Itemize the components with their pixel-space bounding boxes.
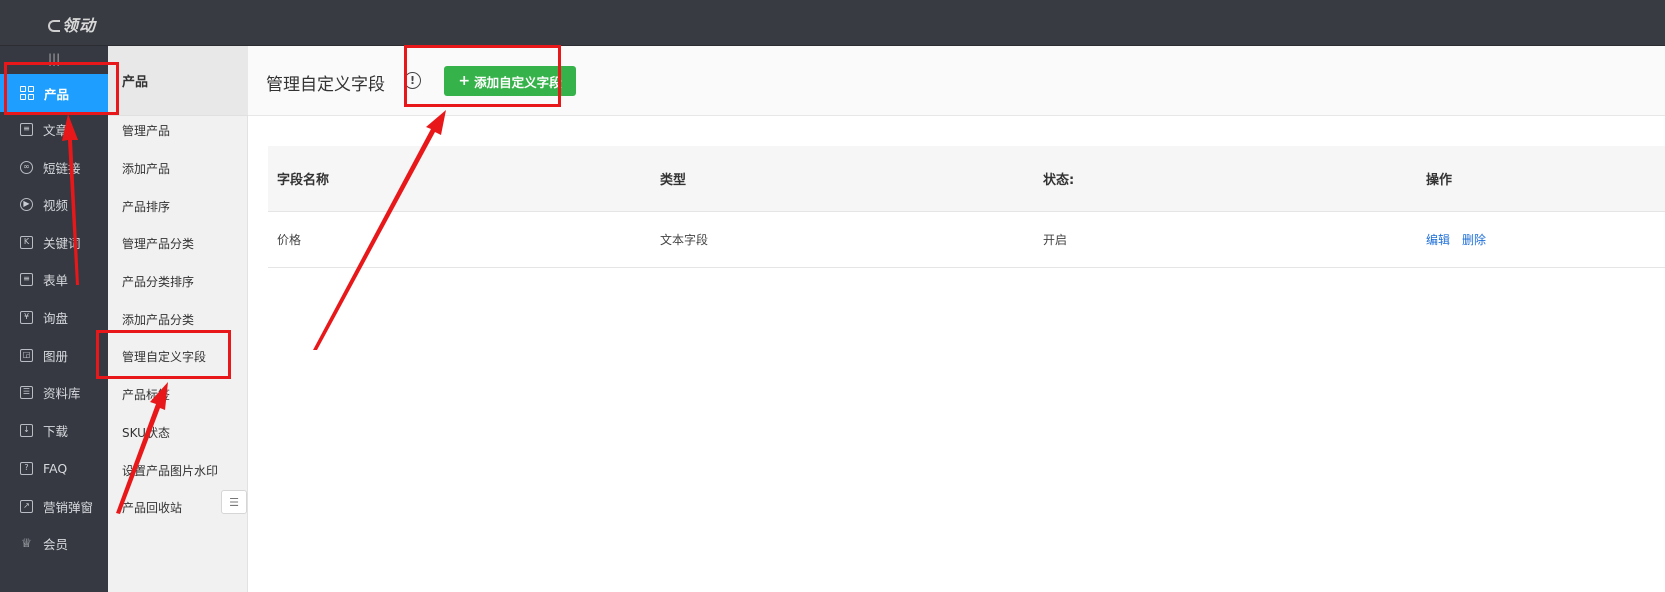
outdent-icon: ☰ (229, 495, 239, 509)
sidebar-item-label: 询盘 (43, 310, 69, 326)
subnav-item-sku-status[interactable]: SKU状态 (122, 424, 170, 441)
collapse-sidebar-button[interactable]: ☰ (221, 490, 247, 514)
subnav-item-add-product[interactable]: 添加产品 (122, 160, 170, 177)
subnav-item-manage-products[interactable]: 管理产品 (122, 122, 170, 139)
column-header-actions: 操作 (1426, 173, 1453, 188)
column-header-field-name: 字段名称 (277, 173, 330, 188)
subnav-item-product-order[interactable]: 产品排序 (122, 198, 170, 215)
sidebar-item-inquiry[interactable]: ¥ 询盘 (0, 298, 108, 336)
sidebar-item-label: 关键词 (43, 235, 81, 251)
sidebar-item-label: 文章 (43, 122, 69, 138)
brand-logo[interactable]: 领动 (48, 12, 96, 36)
subnav-item-add-category[interactable]: 添加产品分类 (122, 311, 194, 328)
field-status-cell: 开启 (1043, 233, 1068, 247)
document-icon: ≡ (20, 122, 33, 136)
sidebar-item-library[interactable]: ☰ 资料库 (0, 373, 108, 411)
sidebar-item-form[interactable]: ≡ 表单 (0, 260, 108, 298)
sidebar-item-article[interactable]: ≡ 文章 (0, 110, 108, 148)
popup-icon: ↗ (20, 499, 33, 513)
sidebar-item-label: 表单 (43, 272, 69, 288)
subnav-item-recycle-bin[interactable]: 产品回收站 (122, 499, 182, 516)
sidebar-item-shortlink[interactable]: ∞ 短链接 (0, 148, 108, 186)
column-header-status: 状态: (1043, 173, 1075, 188)
sidebar-item-label: 资料库 (43, 385, 81, 401)
sidebar-item-member[interactable]: ♕ 会员 (0, 524, 108, 562)
page-title: 管理自定义字段 (266, 75, 385, 95)
top-bar: 领动 (0, 0, 1665, 46)
main-content: 管理自定义字段 ! + 添加自定义字段 字段名称 类型 状态: 操作 价格 文本… (248, 46, 1665, 592)
actions-cell: 编辑 删除 (1426, 212, 1498, 267)
sidebar-item-label: 营销弹窗 (43, 499, 94, 515)
delete-link[interactable]: 删除 (1462, 231, 1486, 248)
library-icon: ☰ (20, 385, 33, 399)
field-name-cell: 价格 (277, 233, 302, 247)
play-icon: ▶ (20, 197, 33, 211)
sidebar-item-popup[interactable]: ↗ 营销弹窗 (0, 487, 108, 525)
link-icon: ∞ (20, 160, 33, 174)
sidebar-item-label: 下载 (43, 423, 69, 439)
subnav-item-manage-categories[interactable]: 管理产品分类 (122, 235, 194, 252)
keyword-icon: K (20, 235, 33, 249)
sidebar-item-label: 短链接 (43, 160, 81, 176)
album-icon: ◲ (20, 348, 33, 362)
sidebar-item-label: 视频 (43, 197, 69, 213)
sidebar-item-download[interactable]: ↓ 下载 (0, 411, 108, 449)
sidebar-item-faq[interactable]: ? FAQ (0, 449, 108, 487)
sidebar-item-keyword[interactable]: K 关键词 (0, 223, 108, 261)
clipboard-icon: ≡ (20, 272, 33, 286)
logo-mark (48, 20, 60, 32)
subnav-item-image-watermark[interactable]: 设置产品图片水印 (122, 462, 218, 479)
main-sidebar: ||| 产品 ≡ 文章 ∞ 短链接 ▶ 视频 K 关键词 ≡ 表单 ¥ 询盘 ◲… (0, 46, 108, 592)
edit-link[interactable]: 编辑 (1426, 231, 1450, 248)
annotation-box-custom-fields (96, 330, 231, 379)
subnav-item-product-tags[interactable]: 产品标签 (122, 386, 170, 403)
table-row: 价格 文本字段 开启 编辑 删除 (268, 212, 1665, 268)
field-type-cell: 文本字段 (660, 233, 709, 247)
subnav-title: 产品 (108, 46, 248, 116)
logo-text: 领动 (62, 16, 97, 35)
sidebar-item-album[interactable]: ◲ 图册 (0, 336, 108, 374)
annotation-box-add-button (404, 45, 561, 107)
question-icon: ? (20, 461, 33, 475)
sidebar-item-label: 会员 (43, 536, 69, 552)
subnav-item-category-order[interactable]: 产品分类排序 (122, 273, 194, 290)
download-icon: ↓ (20, 423, 33, 437)
sidebar-item-video[interactable]: ▶ 视频 (0, 185, 108, 223)
table-header: 字段名称 类型 状态: 操作 (268, 146, 1665, 212)
sidebar-item-label: 图册 (43, 348, 69, 364)
inquiry-icon: ¥ (20, 310, 33, 324)
crown-icon: ♕ (21, 536, 32, 550)
sidebar-item-label: FAQ (43, 460, 68, 476)
column-header-type: 类型 (660, 173, 687, 188)
annotation-box-product (4, 62, 119, 115)
custom-fields-table: 字段名称 类型 状态: 操作 价格 文本字段 开启 编辑 删除 (268, 146, 1665, 268)
